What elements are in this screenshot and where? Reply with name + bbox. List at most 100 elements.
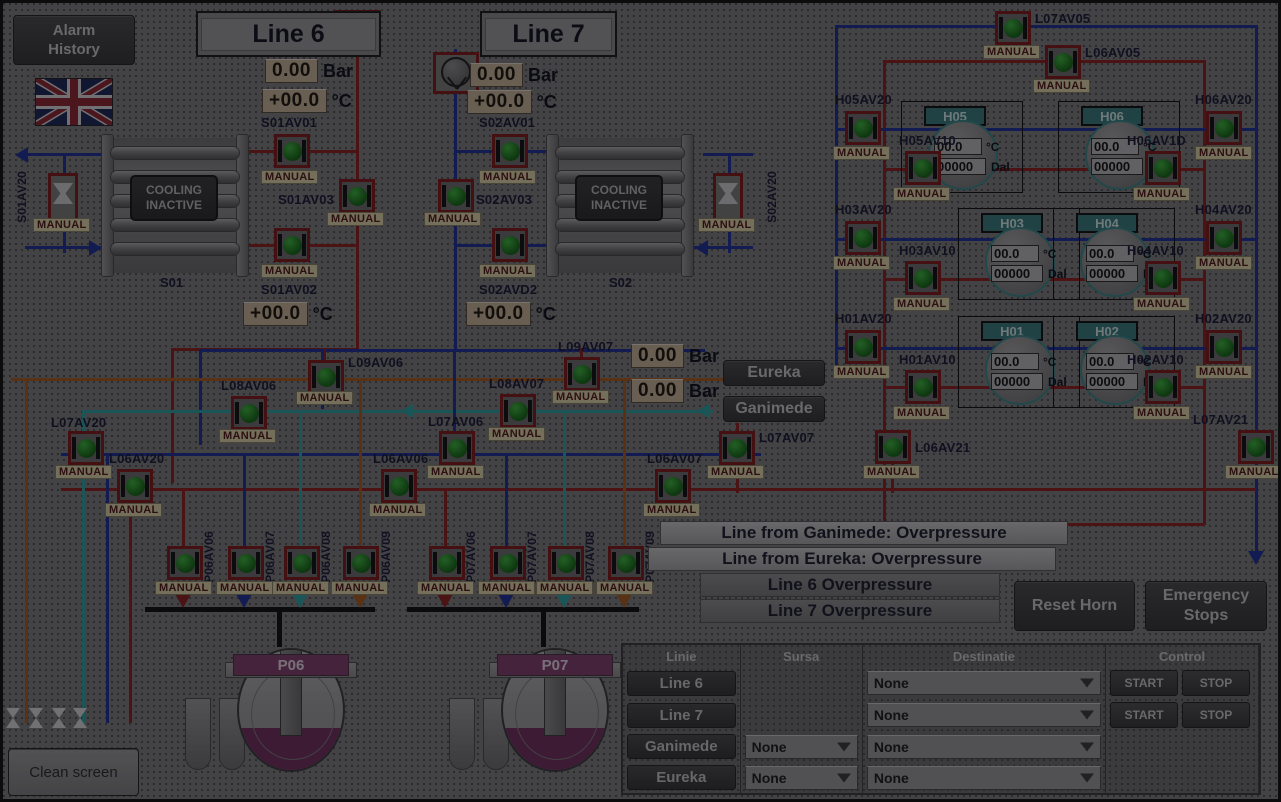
valve-s01av01[interactable]: [274, 134, 310, 168]
riser-blue-1: [106, 453, 109, 723]
valve-h01av20[interactable]: [845, 330, 881, 364]
valve-l07av21[interactable]: [1238, 430, 1274, 464]
pipe-upper-blue: [199, 349, 705, 352]
route-line-button-2[interactable]: Ganimede: [627, 734, 736, 759]
emergency-stops-button[interactable]: Emergency Stops: [1145, 581, 1267, 631]
tank-h03-volume: 00000: [991, 265, 1043, 282]
clean-screen-button[interactable]: Clean screen: [8, 748, 139, 796]
valve-l07av07[interactable]: [719, 431, 755, 465]
valve-p06av08[interactable]: [284, 546, 320, 580]
emergency-stops-line2: Stops: [1184, 606, 1228, 626]
valve-h02av20[interactable]: [1206, 330, 1242, 364]
chevron-down-icon: [1080, 679, 1094, 688]
valve-h06av1d-label: H06AV1D: [1127, 133, 1186, 148]
riser-p06av07: [243, 453, 246, 558]
valve-l07av20[interactable]: [68, 431, 104, 465]
valve-h05av10[interactable]: [905, 151, 941, 185]
route-stop-button-1[interactable]: STOP: [1182, 702, 1250, 728]
line7-header[interactable]: Line 7: [480, 11, 617, 57]
valve-p06av09[interactable]: [343, 546, 379, 580]
valve-p06av06[interactable]: [167, 546, 203, 580]
alarm-history-button[interactable]: Alarm History: [13, 15, 135, 65]
valve-l06av06[interactable]: [381, 469, 417, 503]
valve-h01av10[interactable]: [905, 370, 941, 404]
riser-orange-1: [25, 378, 28, 723]
hand-valve-3[interactable]: [52, 708, 66, 728]
valve-l06av07-mode: MANUAL: [643, 503, 700, 517]
valve-h06av20[interactable]: [1206, 111, 1242, 145]
valve-h02av10[interactable]: [1145, 370, 1181, 404]
valve-s02av03[interactable]: [438, 179, 474, 213]
valve-l06av21[interactable]: [875, 430, 911, 464]
valve-h03av20[interactable]: [845, 221, 881, 255]
valve-l07av06[interactable]: [439, 431, 475, 465]
route-line-button-3[interactable]: Eureka: [627, 765, 736, 790]
valve-l08av06[interactable]: [231, 396, 267, 430]
hand-valve-1[interactable]: [6, 708, 20, 728]
riser-p07av07: [505, 453, 508, 558]
ganimede-button[interactable]: Ganimede: [723, 396, 825, 422]
route-destination-select-2[interactable]: None: [867, 735, 1101, 759]
valve-p07av09[interactable]: [608, 546, 644, 580]
valve-s01av03[interactable]: [339, 179, 375, 213]
route-table: Linie Sursa Destinatie Control Line 6 No…: [621, 643, 1261, 795]
route-start-button-0[interactable]: START: [1110, 670, 1178, 696]
valve-l07av05[interactable]: [995, 11, 1031, 45]
route-start-button-1[interactable]: START: [1110, 702, 1178, 728]
ganimede-pressure-readout: 0.00 Bar: [631, 379, 719, 403]
alarm-banner-line6[interactable]: Line 6 Overpressure: [700, 573, 1000, 597]
pipe-s01-down-red: [171, 348, 174, 483]
alarm-banner-ganimede[interactable]: Line from Ganimede: Overpressure: [660, 521, 1068, 545]
valve-h06av1d[interactable]: [1145, 151, 1181, 185]
valve-s02av02-mode: MANUAL: [479, 264, 536, 278]
route-destination-select-0[interactable]: None: [867, 671, 1101, 695]
valve-h04av20[interactable]: [1206, 221, 1242, 255]
route-cell-line: Eureka: [623, 762, 740, 793]
valve-s02av02[interactable]: [492, 228, 528, 262]
route-destination-select-1[interactable]: None: [867, 703, 1101, 727]
uk-flag-icon[interactable]: [35, 78, 113, 126]
valve-l09av06-label: L09AV06: [348, 355, 403, 370]
eureka-pressure-readout: 0.00 Bar: [631, 344, 719, 368]
hand-valve-2[interactable]: [29, 708, 43, 728]
riser-p07av08: [563, 410, 566, 558]
valve-s02av01[interactable]: [492, 134, 528, 168]
valve-l09av06[interactable]: [308, 360, 344, 394]
route-line-button-1[interactable]: Line 7: [627, 703, 736, 728]
valve-p07av06[interactable]: [429, 546, 465, 580]
valve-s02av03-mode: MANUAL: [424, 212, 481, 226]
valve-h03av10[interactable]: [905, 261, 941, 295]
valve-p07av08[interactable]: [548, 546, 584, 580]
line6-header[interactable]: Line 6: [196, 11, 381, 57]
valve-s01av02[interactable]: [274, 228, 310, 262]
valve-p07av07[interactable]: [490, 546, 526, 580]
alarm-banner-eureka[interactable]: Line from Eureka: Overpressure: [648, 547, 1056, 571]
reset-horn-button[interactable]: Reset Horn: [1014, 581, 1135, 631]
chevron-down-icon: [1080, 773, 1094, 782]
valve-h05av20[interactable]: [845, 111, 881, 145]
eureka-button[interactable]: Eureka: [723, 360, 825, 386]
route-stop-button-0[interactable]: STOP: [1182, 670, 1250, 696]
valve-s02av20[interactable]: [713, 173, 743, 221]
valve-l09av07[interactable]: [564, 357, 600, 391]
arrow-left-s02: [695, 240, 708, 256]
valve-l08av07[interactable]: [500, 394, 536, 428]
route-line-button-0[interactable]: Line 6: [627, 671, 736, 696]
valve-l06av05[interactable]: [1045, 45, 1081, 79]
valve-l06av07[interactable]: [655, 469, 691, 503]
alarm-banner-line7[interactable]: Line 7 Overpressure: [700, 599, 1000, 623]
valve-h04av10[interactable]: [1145, 261, 1181, 295]
route-source-select-2[interactable]: None: [745, 735, 858, 759]
hand-valve-4[interactable]: [73, 708, 87, 728]
eureka-pressure-value: 0.00: [631, 344, 684, 368]
tank-h05-volume: 00000: [934, 158, 986, 175]
route-source-select-3[interactable]: None: [745, 766, 858, 790]
valve-p06av07[interactable]: [228, 546, 264, 580]
valve-p07av07-mode: MANUAL: [478, 581, 535, 595]
valve-l07av05-label: L07AV05: [1035, 11, 1090, 26]
route-destination-select-3[interactable]: None: [867, 766, 1101, 790]
riser-p07av09: [623, 378, 626, 558]
valve-s02av20-label: S02AV20: [765, 171, 779, 223]
valve-s01av20[interactable]: [48, 173, 78, 221]
valve-l06av20[interactable]: [117, 469, 153, 503]
